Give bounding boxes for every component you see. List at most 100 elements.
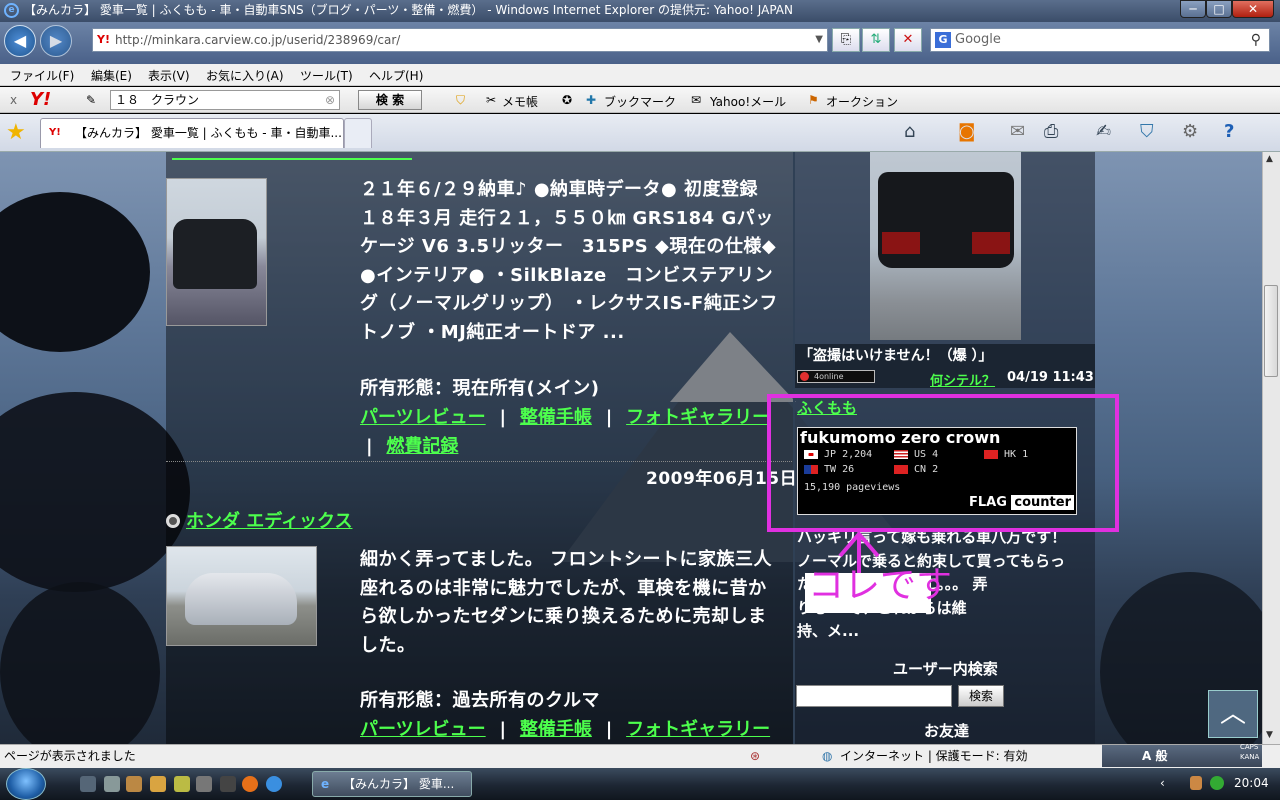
bookmark-icon: ✚ <box>586 93 597 107</box>
tools-gear-icon[interactable]: ⚙ <box>1182 121 1198 142</box>
parts-review-link[interactable]: パーツレビュー <box>360 407 486 428</box>
tab-minkara[interactable]: Y! 【みんカラ】 愛車一覧 | ふくもも - 車・自動車... <box>40 118 344 148</box>
annotation-highlight-box <box>767 394 1119 532</box>
annotation-label: コレです <box>808 565 953 606</box>
menu-view[interactable]: 表示(V) <box>148 67 190 84</box>
car1-desc-line: グ（ノーマルグリップ） ・レクサスIS-F純正シフ <box>360 293 778 314</box>
home-icon[interactable]: ⌂ <box>904 121 915 142</box>
menu-help[interactable]: ヘルプ(H) <box>369 67 423 84</box>
parts-review-link[interactable]: パーツレビュー <box>360 719 486 740</box>
vertical-scrollbar[interactable] <box>1262 152 1280 744</box>
taskbar-ie-window[interactable]: e 【みんカラ】 愛車... <box>312 771 472 797</box>
user-search-button[interactable]: 検索 <box>958 685 1004 707</box>
clock[interactable]: 20:04 <box>1234 776 1269 790</box>
address-bar[interactable]: Y! http://minkara.carview.co.jp/userid/23… <box>92 28 828 52</box>
forward-button[interactable]: ▶ <box>40 25 72 57</box>
car1-thumbnail[interactable] <box>166 178 267 326</box>
fuel-log-link[interactable]: 燃費記録 <box>386 436 458 457</box>
scroll-down-icon[interactable]: ▼ <box>1266 730 1273 740</box>
car1-ownership: 所有形態：現在所有(メイン) <box>360 378 600 399</box>
new-tab-button[interactable] <box>344 118 372 148</box>
window-title-bar: 【みんカラ】 愛車一覧 | ふくもも - 車・自動車SNS（ブログ・パーツ・整備… <box>0 0 1280 22</box>
car1-heading-link[interactable] <box>172 152 412 160</box>
photo-gallery-link[interactable]: フォトギャラリー <box>626 719 770 740</box>
maintenance-link[interactable]: 整備手帳 <box>520 407 592 428</box>
quicklaunch-icon[interactable] <box>196 776 212 792</box>
quicklaunch-icon[interactable] <box>126 776 142 792</box>
favorites-star-icon[interactable]: ★ <box>6 120 26 145</box>
quicklaunch-icon[interactable] <box>104 776 120 792</box>
online-indicator: 4online <box>797 370 875 383</box>
maximize-button[interactable]: □ <box>1206 0 1232 18</box>
car2-title-link[interactable]: ホンダ エディックス <box>186 507 352 533</box>
camera-icon[interactable] <box>220 776 236 792</box>
yahoo-logo[interactable]: Y! <box>30 89 51 110</box>
profile-car-photo[interactable] <box>870 152 1021 340</box>
print-icon[interactable]: ⎙ <box>1044 121 1058 142</box>
memo-button[interactable]: メモ帳 <box>502 93 538 110</box>
link-separator: | <box>366 436 373 457</box>
maintenance-link[interactable]: 整備手帳 <box>520 719 592 740</box>
back-to-top-button[interactable]: ︿ <box>1208 690 1258 738</box>
car1-links-row2: | 燃費記録 <box>366 433 458 462</box>
back-button[interactable]: ◀ <box>4 25 36 57</box>
start-button[interactable] <box>6 768 46 800</box>
firefox-icon[interactable] <box>242 776 258 792</box>
bullet-icon <box>166 514 180 528</box>
rss-icon[interactable]: ◙ <box>958 121 975 142</box>
car2-thumbnail[interactable] <box>166 546 317 646</box>
folder-icon[interactable] <box>150 776 166 792</box>
clear-input-icon[interactable]: ⊗ <box>325 93 335 107</box>
page-icon[interactable]: ✍ <box>1096 121 1111 142</box>
menu-favorites[interactable]: お気に入り(A) <box>206 67 284 84</box>
menu-edit[interactable]: 編集(E) <box>91 67 132 84</box>
status-bar: ページが表示されました ⊛ ◍ インターネット | 保護モード: 有効 A 般 … <box>0 743 1280 768</box>
shield-icon[interactable]: ⛉ <box>456 93 465 108</box>
star-icon[interactable]: ✪ <box>562 93 572 107</box>
ie-quicklaunch-icon[interactable] <box>266 776 282 792</box>
car1-description: ２１年６/２９納車♪ ●納車時データ● 初度登録 １８年３月 走行２１，５５０㎞… <box>360 176 790 347</box>
safety-icon[interactable]: ⛉ <box>1140 121 1154 142</box>
refresh-icon[interactable]: ⇅ <box>862 28 890 52</box>
security-zone: インターネット | 保護モード: 有効 <box>840 749 1028 763</box>
menu-tools[interactable]: ツール(T) <box>300 67 353 84</box>
minimize-button[interactable]: ─ <box>1180 0 1206 18</box>
bookmark-button[interactable]: ブックマーク <box>604 93 676 110</box>
close-button[interactable]: ✕ <box>1232 0 1274 18</box>
car1-desc-line: トノブ ・MJ純正オートドア ... <box>360 321 625 343</box>
ie-task-icon: e <box>321 777 330 791</box>
show-desktop-icon[interactable] <box>80 776 96 792</box>
nani-shiteru-link[interactable]: 何シテル？ <box>930 370 995 389</box>
yahoo-search-input[interactable]: １８ クラウン <box>110 90 340 110</box>
search-icon[interactable]: ⚲ <box>1251 29 1261 51</box>
help-icon[interactable]: ? <box>1224 121 1234 142</box>
car2-desc-line: 細かく弄ってました。 フロントシートに家族三人 <box>360 549 772 570</box>
address-dropdown-icon[interactable]: ▼ <box>815 29 823 51</box>
tab-label: 【みんカラ】 愛車一覧 | ふくもも - 車・自動車... <box>75 126 342 140</box>
toolbar-close-button[interactable]: x <box>10 93 17 107</box>
pen-icon[interactable]: ✎ <box>86 93 96 107</box>
stop-icon[interactable]: ✕ <box>894 28 922 52</box>
privacy-icon[interactable]: ⊛ <box>750 745 760 767</box>
scroll-up-icon[interactable]: ▲ <box>1266 154 1273 164</box>
kana-indicator: KANA <box>1240 753 1260 761</box>
scrollbar-thumb[interactable] <box>1264 285 1278 377</box>
task-label: 【みんカラ】 愛車... <box>343 777 455 791</box>
yahoo-search-button[interactable]: 検 索 <box>358 90 422 110</box>
tray-icon[interactable] <box>1190 776 1202 790</box>
search-box[interactable]: G Google ⚲ <box>930 28 1270 52</box>
quicklaunch-icon[interactable] <box>174 776 190 792</box>
read-mail-icon[interactable]: ✉ <box>1010 121 1025 142</box>
car2-desc-line: した。 <box>360 634 416 656</box>
compatibility-view-icon[interactable]: ⎘ <box>832 28 860 52</box>
menu-file[interactable]: ファイル(F) <box>10 67 74 84</box>
auction-button[interactable]: オークション <box>826 93 898 110</box>
yahoo-mail-button[interactable]: Yahoo!メール <box>710 93 786 110</box>
tray-icon[interactable] <box>1210 776 1224 790</box>
ime-mode[interactable]: A 般 <box>1142 745 1167 767</box>
tray-expand-icon[interactable]: ‹ <box>1160 776 1165 790</box>
photo-gallery-link[interactable]: フォトギャラリー <box>626 407 770 428</box>
user-search-input[interactable] <box>796 685 952 707</box>
globe-icon: ◍ <box>822 749 833 763</box>
car1-desc-line: ケージ V6 3.5リッター 315PS ◆現在の仕様◆ <box>360 236 777 257</box>
